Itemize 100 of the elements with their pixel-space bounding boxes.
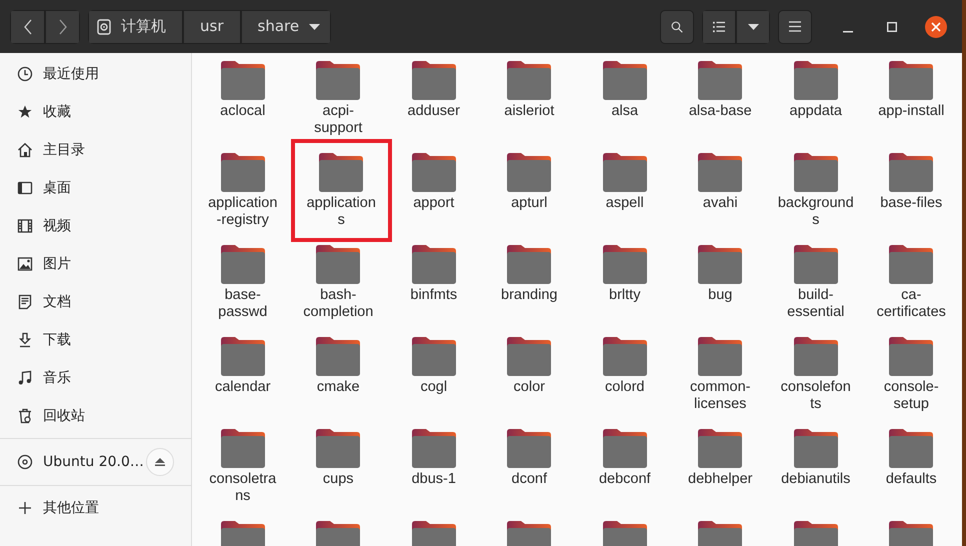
folder-item[interactable]: common- licenses	[672, 336, 768, 428]
back-button[interactable]	[10, 10, 45, 44]
folder-item[interactable]: debhelper	[672, 428, 768, 520]
folder-item[interactable]: alsa-base	[672, 60, 768, 152]
caret-icon	[748, 24, 758, 30]
folder-icon	[314, 244, 362, 285]
folder-item[interactable]: color	[482, 336, 577, 428]
folder-icon	[314, 336, 362, 377]
eject-button[interactable]	[146, 448, 174, 476]
search-icon	[671, 18, 683, 34]
path-button[interactable]: usr	[183, 10, 240, 44]
folder-item[interactable]: consoletra ns	[195, 428, 290, 520]
view-options-button[interactable]	[736, 10, 770, 44]
image-icon	[17, 256, 33, 272]
list-view-button[interactable]	[702, 10, 736, 44]
folder-item[interactable]: base-files	[864, 152, 959, 244]
folder-icon	[792, 60, 840, 101]
folder-item[interactable]: aspell	[577, 152, 672, 244]
folder-item[interactable]: aclocal	[195, 60, 290, 152]
folder-item[interactable]: debianutils	[768, 428, 864, 520]
folder-item[interactable]: bash- completion	[290, 244, 386, 336]
folder-item[interactable]: debconf	[577, 428, 672, 520]
menu-icon	[789, 21, 801, 32]
folder-icon	[887, 152, 936, 193]
folder-icon	[600, 336, 649, 377]
sidebar-item[interactable]: 图片	[0, 245, 191, 283]
folder-icon	[887, 244, 936, 285]
sidebar-item[interactable]: 其他位置	[0, 489, 191, 527]
caret-icon	[309, 24, 320, 30]
minimize-icon	[843, 30, 853, 32]
folder-item[interactable]: application -registry	[195, 152, 290, 244]
folder-item[interactable]: defaults	[864, 428, 959, 520]
folder-icon	[505, 152, 554, 193]
sidebar-item[interactable]: 下载	[0, 321, 191, 359]
folder-item[interactable]: aisleriot	[482, 60, 577, 152]
search-button[interactable]	[660, 10, 694, 44]
folder-item[interactable]: build- essential	[768, 244, 864, 336]
eject-icon	[155, 458, 165, 466]
folder-icon	[600, 428, 649, 469]
path-button[interactable]: 计算机	[88, 10, 183, 44]
folder-icon	[792, 336, 840, 377]
list-icon	[713, 20, 725, 32]
desktop-icon	[17, 180, 33, 196]
folder-item[interactable]: apturl	[482, 152, 577, 244]
sidebar-item[interactable]: 文档	[0, 283, 191, 321]
sidebar-item[interactable]: 最近使用	[0, 55, 191, 93]
folder-item[interactable]: appdata	[768, 60, 864, 152]
sidebar-item[interactable]: 收藏	[0, 93, 191, 131]
folder-icon	[600, 60, 649, 101]
trash-icon	[17, 408, 33, 424]
sidebar-item[interactable]: 回收站	[0, 397, 191, 435]
star-icon	[17, 104, 33, 120]
folder-item[interactable]: cups	[290, 428, 386, 520]
sidebar-item[interactable]: 音乐	[0, 359, 191, 397]
clock-icon	[17, 66, 33, 82]
sidebar-item[interactable]: 视频	[0, 207, 191, 245]
folder-icon	[317, 152, 366, 193]
folder-icon	[218, 60, 267, 101]
sidebar-item[interactable]: Ubuntu 20.0…	[0, 443, 144, 481]
folder-icon	[887, 428, 936, 469]
folder-icon	[218, 428, 267, 469]
folder-item[interactable]: app-install	[864, 60, 959, 152]
folder-item[interactable]: avahi	[672, 152, 768, 244]
film-icon	[17, 218, 33, 234]
sidebar-item[interactable]: 主目录	[0, 131, 191, 169]
folder-item[interactable]: alsa	[577, 60, 672, 152]
folder-icon	[505, 336, 554, 377]
folder-item[interactable]: bug	[672, 244, 768, 336]
folder-icon	[314, 60, 362, 101]
forward-button[interactable]	[45, 10, 80, 44]
chevron-left-icon	[24, 18, 32, 34]
folder-item[interactable]: brltty	[577, 244, 672, 336]
sidebar-item[interactable]: 桌面	[0, 169, 191, 207]
home-icon	[17, 142, 33, 158]
folder-icon	[696, 244, 744, 285]
folder-item[interactable]: application s	[290, 139, 392, 242]
folder-icon	[410, 152, 458, 193]
folder-item[interactable]: binfmts	[386, 244, 482, 336]
folder-item[interactable]: dbus-1	[386, 428, 482, 520]
folder-item[interactable]: base- passwd	[195, 244, 290, 336]
folder-item[interactable]: cmake	[290, 336, 386, 428]
folder-icon	[410, 244, 458, 285]
folder-item[interactable]: background s	[768, 152, 864, 244]
folder-icon	[792, 428, 840, 469]
folder-icon	[696, 152, 744, 193]
folder-item[interactable]: ca- certificates	[864, 244, 959, 336]
folder-item[interactable]: consolefon ts	[768, 336, 864, 428]
folder-item[interactable]: dconf	[482, 428, 577, 520]
path-button[interactable]: share	[240, 10, 332, 44]
folder-icon	[505, 244, 554, 285]
folder-item[interactable]: branding	[482, 244, 577, 336]
folder-item[interactable]: calendar	[195, 336, 290, 428]
folder-icon	[218, 152, 267, 193]
folder-item[interactable]: colord	[577, 336, 672, 428]
folder-item[interactable]: console- setup	[864, 336, 959, 428]
folder-icon	[600, 152, 649, 193]
menu-button[interactable]	[778, 10, 812, 44]
folder-icon	[696, 60, 744, 101]
folder-icon	[887, 336, 936, 377]
folder-item[interactable]: cogl	[386, 336, 482, 428]
